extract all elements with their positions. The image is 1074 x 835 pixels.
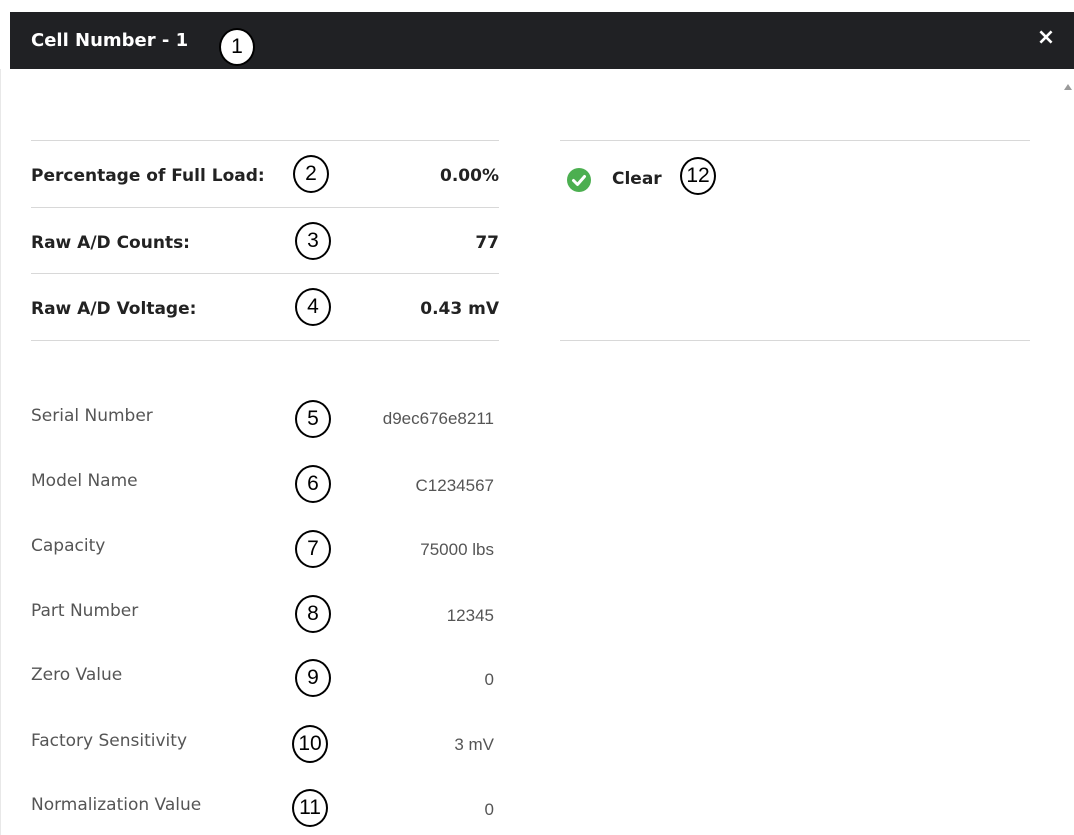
- callout-badge-3: 3: [295, 222, 331, 260]
- normalization-value-value: 0: [484, 800, 494, 819]
- callout-badge-4: 4: [295, 288, 331, 326]
- callout-badge-8: 8: [295, 595, 331, 633]
- raw-ad-voltage-value: 0.43 mV: [420, 299, 499, 319]
- dialog-title: Cell Number - 1: [31, 30, 189, 51]
- zero-value-value: 0: [484, 670, 494, 689]
- serial-number-label: Serial Number: [31, 406, 153, 426]
- check-circle-icon: [567, 168, 591, 192]
- callout-badge-6: 6: [295, 465, 331, 503]
- percent-full-load-label: Percentage of Full Load:: [31, 166, 265, 186]
- scrollbar[interactable]: [1058, 96, 1072, 835]
- zero-value-label: Zero Value: [31, 665, 123, 685]
- callout-badge-12: 12: [680, 157, 716, 195]
- serial-number-value: d9ec676e8211: [382, 409, 494, 428]
- callout-badge-5: 5: [295, 400, 331, 438]
- factory-sensitivity-label: Factory Sensitivity: [31, 731, 188, 751]
- divider: [31, 207, 499, 208]
- normalization-value-label: Normalization Value: [31, 795, 202, 815]
- scroll-up-arrow-icon[interactable]: [1064, 84, 1072, 90]
- raw-ad-counts-label: Raw A/D Counts:: [31, 233, 190, 253]
- divider: [560, 340, 1030, 341]
- callout-badge-11: 11: [292, 789, 328, 827]
- part-number-label: Part Number: [31, 601, 139, 621]
- part-number-value: 12345: [446, 606, 494, 625]
- capacity-label: Capacity: [31, 536, 106, 556]
- divider: [31, 340, 499, 341]
- divider: [31, 273, 499, 274]
- callout-badge-10: 10: [292, 725, 328, 763]
- callout-badge-7: 7: [295, 530, 331, 568]
- dialog-titlebar: Cell Number - 1 ×: [10, 12, 1074, 69]
- raw-ad-voltage-label: Raw A/D Voltage:: [31, 299, 197, 319]
- status-label: Clear: [612, 169, 662, 189]
- model-name-value: C1234567: [415, 476, 494, 495]
- factory-sensitivity-value: 3 mV: [454, 735, 494, 754]
- callout-badge-9: 9: [295, 659, 331, 697]
- percent-full-load-value: 0.00%: [440, 166, 499, 186]
- close-icon: ×: [1036, 25, 1056, 50]
- callout-badge-1: 1: [219, 28, 255, 66]
- divider: [560, 140, 1030, 141]
- callout-badge-2: 2: [293, 155, 329, 193]
- divider: [31, 140, 499, 141]
- capacity-value: 75000 lbs: [420, 540, 494, 559]
- close-button[interactable]: ×: [1034, 25, 1058, 51]
- model-name-label: Model Name: [31, 471, 138, 491]
- raw-ad-counts-value: 77: [475, 233, 499, 253]
- dialog-left-border: [0, 69, 11, 835]
